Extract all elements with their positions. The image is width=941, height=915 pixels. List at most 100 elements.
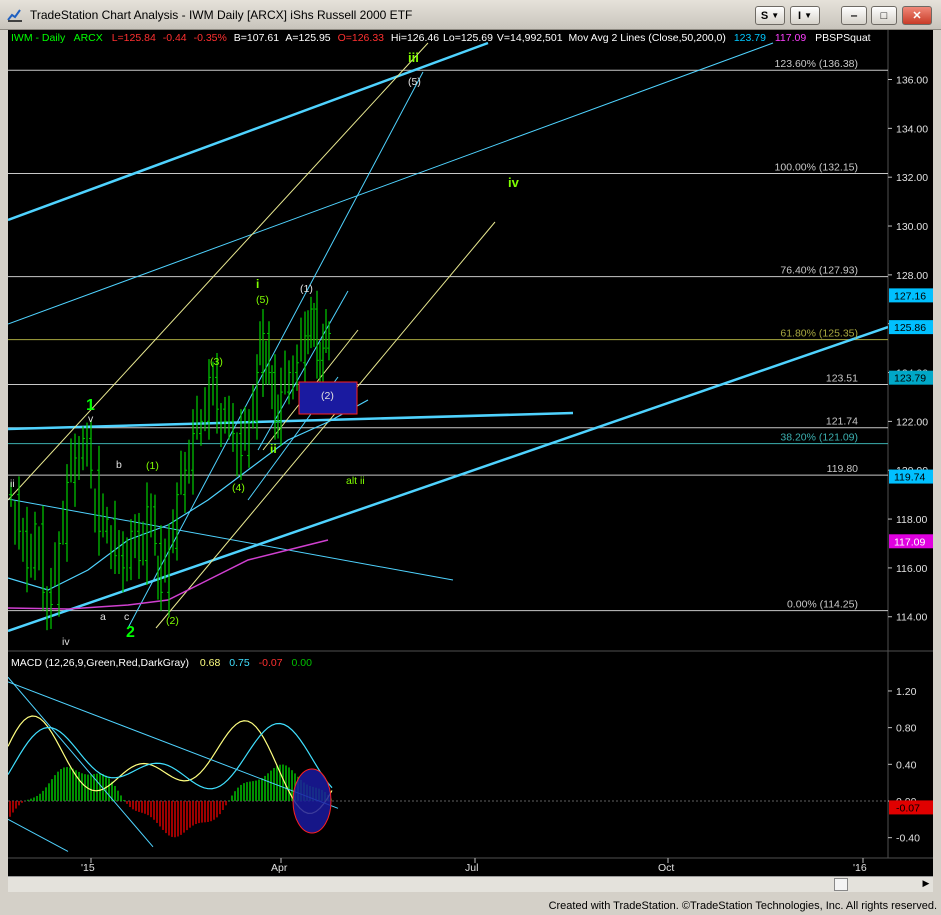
time-axis-label: '16 [853, 862, 867, 874]
price-badge-label: 119.74 [894, 472, 925, 484]
wave-label: c [124, 611, 129, 623]
header-exchange: ARCX [74, 32, 103, 44]
price-badge: 127.16 [889, 288, 933, 303]
interval-link-button[interactable]: I ▼ [790, 6, 820, 25]
header-ma2: 117.09 [775, 32, 806, 44]
scroll-right-arrow-icon[interactable]: ▶ [920, 878, 932, 891]
wave-label: a [100, 611, 106, 623]
wave-label: (2) [321, 390, 334, 402]
wave-label: ii [270, 442, 277, 456]
macd-legend: MACD (12,26,9,Green,Red,DarkGray) 0.68 0… [11, 657, 312, 669]
wave-label: alt ii [346, 475, 365, 487]
tradestation-window: TradeStation Chart Analysis - IWM Daily … [0, 0, 941, 915]
wave-label: iii [408, 50, 419, 65]
price-badge-label: 127.16 [894, 290, 926, 302]
fib-level-label: 76.40% (127.93) [780, 265, 858, 277]
macd-value-4: 0.00 [291, 657, 312, 669]
wave-label: 1 [86, 397, 95, 414]
fib-level-label: 38.20% (121.09) [780, 432, 858, 444]
wave-label: i [256, 277, 259, 291]
price-axis-label: 116.00 [896, 563, 927, 575]
macd-badge-label: -0.07 [896, 802, 920, 814]
macd-value-3: -0.07 [259, 657, 283, 669]
macd-study-label: MACD (12,26,9,Green,Red,DarkGray) [11, 657, 189, 669]
wave-label: (5) [256, 294, 269, 306]
chart-background [8, 30, 933, 876]
price-axis-label: 134.00 [896, 123, 928, 135]
price-badge: 119.74 [889, 469, 933, 484]
wave-label: b [116, 459, 122, 471]
fib-level-label: 121.74 [826, 416, 858, 428]
price-axis-label: 132.00 [896, 172, 928, 184]
wave-label: iv [508, 175, 520, 190]
maximize-button[interactable]: □ [871, 6, 897, 25]
symbol-link-label: S [760, 9, 769, 22]
minimize-icon: ‒ [850, 9, 858, 22]
fib-level-label: 61.80% (125.35) [780, 328, 858, 340]
macd-highlight-oval [292, 768, 332, 834]
wave-label: ii [10, 478, 15, 490]
macd-axis-label: 1.20 [896, 686, 917, 698]
interval-link-label: I [798, 9, 802, 22]
maximize-icon: □ [880, 9, 888, 22]
price-badge: 117.09 [889, 534, 933, 549]
price-axis-label: 118.00 [896, 514, 927, 526]
wave-label: iv [62, 636, 70, 648]
price-axis-label: 130.00 [896, 221, 928, 233]
header-symbol: IWM - Daily [11, 32, 66, 44]
header-pbs: PBSPSquat [815, 32, 871, 44]
title-bar: TradeStation Chart Analysis - IWM Daily … [0, 0, 941, 30]
scrollbar-thumb[interactable] [834, 878, 848, 891]
tradestation-app-icon [7, 9, 22, 22]
fib-level-label: 0.00% (114.25) [787, 599, 858, 611]
chevron-down-icon: ▼ [804, 11, 812, 20]
time-axis-label: Apr [271, 862, 288, 874]
wave-label: (1) [146, 460, 159, 472]
time-axis-label: '15 [81, 862, 95, 874]
wave-label: (5) [408, 76, 421, 88]
horizontal-scrollbar[interactable]: ▶ [8, 876, 933, 892]
wave-label: v [88, 413, 94, 425]
price-badge: 123.79 [889, 370, 933, 385]
price-axis-label: 128.00 [896, 270, 928, 282]
price-axis-label: 136.00 [896, 75, 928, 87]
price-badge-label: 125.86 [894, 322, 926, 334]
header-ma1: 123.79 [734, 32, 766, 44]
price-badge-label: 123.79 [894, 373, 926, 385]
price-badge: 125.86 [889, 320, 933, 335]
macd-value-1: 0.68 [200, 657, 221, 669]
header-volume: V=14,992,501 [497, 32, 563, 44]
price-chart[interactable]: IWM - Daily ARCX L=125.84 -0.44 -0.35% B… [8, 30, 933, 876]
fib-level-label: 123.51 [826, 373, 858, 385]
macd-value-2: 0.75 [229, 657, 250, 669]
macd-axis-label: -0.40 [896, 833, 920, 845]
price-badge-label: 117.09 [894, 536, 925, 548]
wave-label: (2) [166, 615, 179, 627]
header-last: L=125.84 [112, 32, 156, 44]
header-ma-study: Mov Avg 2 Lines (Close,50,200,0) [568, 32, 725, 44]
header-legend: IWM - Daily ARCX L=125.84 -0.44 -0.35% B… [11, 32, 871, 44]
window-title: TradeStation Chart Analysis - IWM Daily … [30, 8, 413, 22]
minimize-button[interactable]: ‒ [841, 6, 867, 25]
chevron-down-icon: ▼ [771, 11, 780, 20]
copyright-footer: Created with TradeStation. ©TradeStation… [548, 900, 937, 912]
price-axis-label: 122.00 [896, 416, 928, 428]
wave-label: (4) [232, 482, 245, 494]
macd-axis-label: 0.80 [896, 723, 917, 735]
header-bid: B=107.61 [234, 32, 279, 44]
macd-axis-label: 0.40 [896, 759, 917, 771]
wave-label: (3) [210, 356, 223, 368]
header-ask: A=125.95 [285, 32, 330, 44]
fib-level-label: 123.60% (136.38) [775, 58, 858, 70]
symbol-link-button[interactable]: S ▼ [755, 6, 785, 25]
wave-label: 2 [126, 624, 135, 641]
time-axis-label: Jul [465, 862, 478, 874]
header-open: O=126.33 [338, 32, 385, 44]
chart-area[interactable]: IWM - Daily ARCX L=125.84 -0.44 -0.35% B… [8, 30, 933, 892]
close-button[interactable]: ✕ [902, 6, 932, 25]
header-low: Lo=125.69 [443, 32, 493, 44]
fib-level-label: 100.00% (132.15) [775, 162, 858, 174]
time-axis-label: Oct [658, 862, 674, 874]
fib-level-label: 119.80 [827, 463, 858, 475]
price-axis-label: 114.00 [896, 612, 927, 624]
